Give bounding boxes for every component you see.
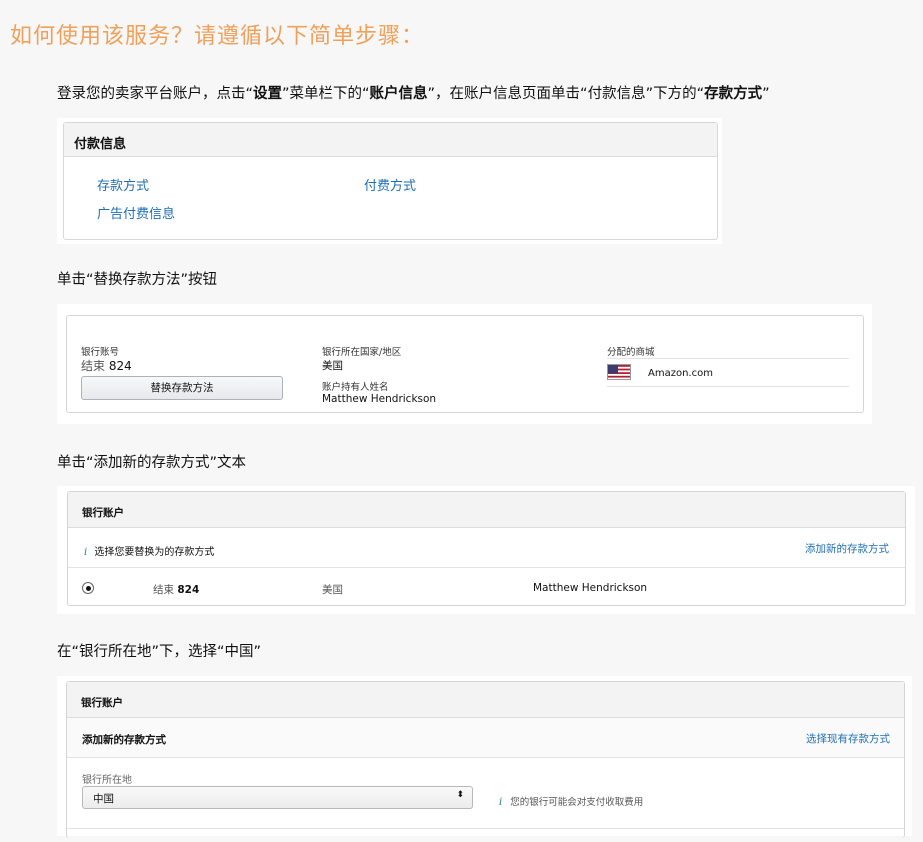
step-3-text: 单击“添加新的存款方式”文本 xyxy=(57,455,247,471)
account-holder-label: 账户持有人姓名 xyxy=(322,382,389,393)
step-1-deposit-method: 存款方式 xyxy=(704,86,763,102)
add-bank-account-title: 银行账户 xyxy=(67,682,904,718)
row-country: 美国 xyxy=(322,584,343,596)
payment-info-panel: 付款信息 存款方式 付费方式 广告付费信息 xyxy=(57,118,722,244)
add-method-subtitle: 添加新的存款方式 xyxy=(82,734,166,746)
ad-payment-info-link[interactable]: 广告付费信息 xyxy=(97,203,175,222)
add-new-deposit-method-link[interactable]: 添加新的存款方式 xyxy=(805,541,889,556)
step-2-text: 单击“替换存款方法”按钮 xyxy=(57,272,218,288)
bank-account-row[interactable]: 结束 824 美国 Matthew Hendrickson xyxy=(68,569,905,607)
page-heading: 如何使用该服务？请遵循以下简单步骤： xyxy=(10,24,425,49)
payment-info-box: 付款信息 存款方式 付费方式 广告付费信息 xyxy=(63,122,718,240)
step-1-settings: 设置 xyxy=(253,86,283,102)
bank-country-label: 银行所在国家/地区 xyxy=(322,347,402,358)
deposit-method-link[interactable]: 存款方式 xyxy=(97,175,149,194)
charge-method-link[interactable]: 付费方式 xyxy=(364,175,416,194)
bank-account-select-box: 银行账户 i 选择您要替换为的存款方式 添加新的存款方式 结束 824 美国 M… xyxy=(67,491,906,606)
select-instruction-text: 选择您要替换为的存款方式 xyxy=(94,547,215,558)
fee-note: i 您的银行可能会对支付收取费用 xyxy=(499,794,643,808)
replace-deposit-method-button[interactable]: 替换存款方法 xyxy=(81,376,283,400)
marketplace-divider-bottom xyxy=(607,386,849,387)
info-icon: i xyxy=(84,547,88,558)
bank-account-title: 银行账户 xyxy=(68,492,905,528)
bank-account-radio[interactable] xyxy=(82,582,94,594)
bottom-divider xyxy=(67,828,904,829)
bank-location-label: 银行所在地 xyxy=(82,775,132,786)
row-ending: 结束 824 xyxy=(153,582,199,597)
select-existing-method-link[interactable]: 选择现有存款方式 xyxy=(806,731,890,746)
add-deposit-method-box: 银行账户 添加新的存款方式 选择现有存款方式 银行所在地 中国 ⬍ i 您的银行… xyxy=(66,681,905,838)
step-1-part-c: ”菜单栏下的“ xyxy=(282,86,370,102)
deposit-method-box: 银行账号 结束 824 替换存款方法 银行所在国家/地区 美国 账户持有人姓名 … xyxy=(66,315,864,413)
select-instruction-row: i 选择您要替换为的存款方式 添加新的存款方式 xyxy=(68,528,905,568)
row-holder: Matthew Hendrickson xyxy=(533,582,648,594)
bank-account-value: 结束 824 xyxy=(81,357,132,374)
bank-account-label: 银行账号 xyxy=(81,347,120,358)
deposit-method-panel: 银行账号 结束 824 替换存款方法 银行所在国家/地区 美国 账户持有人姓名 … xyxy=(57,304,872,424)
row-ending-label: 结束 xyxy=(153,584,174,596)
bank-account-select-panel: 银行账户 i 选择您要替换为的存款方式 添加新的存款方式 结束 824 美国 M… xyxy=(57,486,915,614)
fee-info-icon: i xyxy=(499,797,503,808)
step-1-text: 登录您的卖家平台账户，点击“设置”菜单栏下的“账户信息”，在账户信息页面单击“付… xyxy=(57,82,770,103)
add-method-subheader-row: 添加新的存款方式 选择现有存款方式 xyxy=(67,718,904,758)
bank-country-value: 美国 xyxy=(322,360,343,372)
step-1-part-a: 登录您的卖家平台账户，点击“ xyxy=(57,86,254,102)
fee-note-text: 您的银行可能会对支付收取费用 xyxy=(510,797,644,808)
marketplace-divider-top xyxy=(607,358,849,359)
step-4-text: 在“银行所在地”下，选择“中国” xyxy=(57,644,262,660)
add-deposit-method-panel: 银行账户 添加新的存款方式 选择现有存款方式 银行所在地 中国 ⬍ i 您的银行… xyxy=(57,676,912,838)
ending-label: 结束 xyxy=(81,359,106,373)
payment-info-title: 付款信息 xyxy=(64,123,717,157)
step-1-account-info: 账户信息 xyxy=(369,86,428,102)
select-caret-icon: ⬍ xyxy=(456,790,464,800)
row-ending-number: 824 xyxy=(177,584,200,596)
select-instruction: i 选择您要替换为的存款方式 xyxy=(84,543,214,558)
bank-location-value: 中国 xyxy=(93,793,114,805)
step-1-part-e: ”，在账户信息页面单击“付款信息”下方的“ xyxy=(427,86,705,102)
account-holder-value: Matthew Hendrickson xyxy=(322,393,437,405)
assigned-marketplace-label: 分配的商城 xyxy=(607,347,655,358)
us-flag-icon xyxy=(607,364,631,380)
ending-number: 824 xyxy=(108,359,132,373)
bank-location-select[interactable]: 中国 ⬍ xyxy=(82,786,473,809)
marketplace-value: Amazon.com xyxy=(648,368,713,379)
step-1-part-g: ” xyxy=(762,86,770,102)
